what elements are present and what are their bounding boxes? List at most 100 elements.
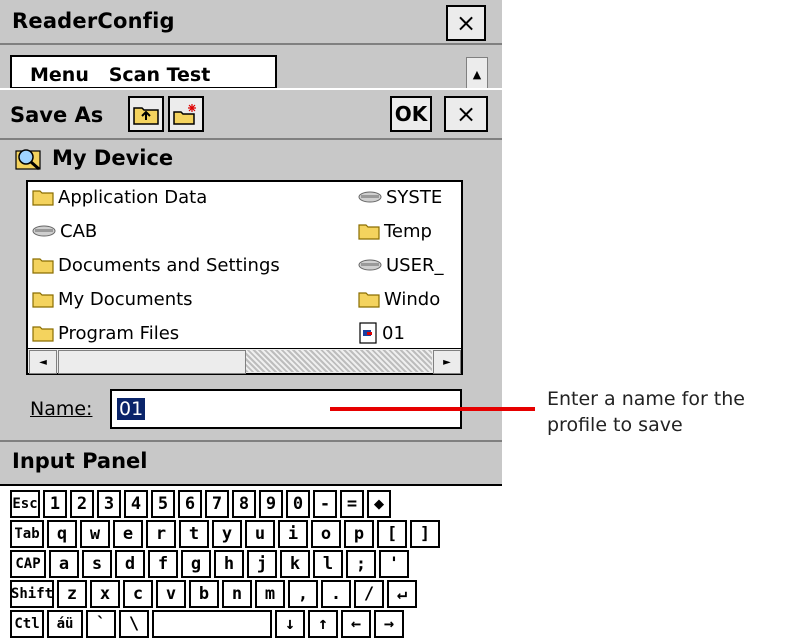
file-item[interactable]: CAB [32, 216, 97, 246]
key[interactable]: y [212, 520, 242, 548]
key[interactable]: j [247, 550, 277, 578]
key[interactable]: Tab [10, 520, 44, 548]
key[interactable] [152, 610, 272, 638]
key[interactable]: [ [377, 520, 407, 548]
keyboard-row: Ctl áü ` \ ↓ ↑ ← → [10, 610, 407, 638]
key[interactable]: 4 [124, 490, 148, 518]
folder-icon [32, 256, 58, 274]
key[interactable]: ↵ [387, 580, 417, 608]
file-item[interactable]: Windo [358, 284, 440, 314]
key[interactable]: 9 [259, 490, 283, 518]
key[interactable]: 6 [178, 490, 202, 518]
key[interactable]: u [245, 520, 275, 548]
file-name: 01 [382, 322, 405, 344]
key[interactable]: . [321, 580, 351, 608]
file-name: USER_ [386, 254, 444, 276]
key[interactable]: a [49, 550, 79, 578]
file-name: Application Data [58, 186, 208, 208]
file-name: Temp [384, 220, 432, 242]
key[interactable]: d [115, 550, 145, 578]
key[interactable]: x [90, 580, 120, 608]
scroll-right-button[interactable]: ► [433, 350, 461, 374]
horizontal-scrollbar[interactable]: ◄ ► [28, 348, 461, 374]
key[interactable]: i [278, 520, 308, 548]
input-panel-label: Input Panel [12, 449, 148, 473]
drive-icon [358, 258, 386, 272]
keyboard-row: Esc 1 2 3 4 5 6 7 8 9 0- = ◆ [10, 490, 394, 518]
key[interactable]: 5 [151, 490, 175, 518]
key[interactable]: ' [379, 550, 409, 578]
key[interactable]: ← [341, 610, 371, 638]
file-name: My Documents [58, 288, 193, 310]
key[interactable]: t [179, 520, 209, 548]
key[interactable]: w [80, 520, 110, 548]
file-item[interactable]: My Documents [32, 284, 193, 314]
callout-text: Enter a name for the profile to save [547, 388, 745, 436]
file-item[interactable]: USER_ [358, 250, 443, 280]
key[interactable]: h [214, 550, 244, 578]
key[interactable]: s [82, 550, 112, 578]
key[interactable]: CAP [10, 550, 46, 578]
key[interactable]: v [156, 580, 186, 608]
key[interactable]: z [57, 580, 87, 608]
key[interactable]: ; [346, 550, 376, 578]
scroll-thumb[interactable] [58, 350, 246, 374]
file-item[interactable]: 01 [358, 318, 405, 348]
soft-keyboard: Esc 1 2 3 4 5 6 7 8 9 0- = ◆ Tab q w e r t y u i o p[] CAP a s d f g h… [0, 484, 502, 639]
file-item[interactable]: Documents and Settings [32, 250, 280, 280]
key[interactable]: k [280, 550, 310, 578]
drive-icon [358, 190, 386, 204]
file-name: CAB [60, 220, 98, 242]
name-label-text: Name: [30, 398, 93, 420]
key[interactable]: ` [86, 610, 116, 638]
key[interactable]: ↑ [308, 610, 338, 638]
file-icon [358, 322, 382, 344]
key[interactable]: 3 [97, 490, 121, 518]
folder-icon [358, 222, 384, 240]
file-item[interactable]: Program Files [32, 318, 179, 348]
file-item[interactable]: Temp [358, 216, 432, 246]
key[interactable]: \ [119, 610, 149, 638]
key[interactable]: g [181, 550, 211, 578]
key[interactable]: q [47, 520, 77, 548]
key[interactable]: = [340, 490, 364, 518]
key[interactable]: p [344, 520, 374, 548]
key[interactable]: 2 [70, 490, 94, 518]
key[interactable]: ◆ [367, 490, 391, 518]
key[interactable]: - [313, 490, 337, 518]
key[interactable]: Shift [10, 580, 54, 608]
scroll-left-button[interactable]: ◄ [29, 350, 57, 374]
key[interactable]: ] [410, 520, 440, 548]
key[interactable]: , [288, 580, 318, 608]
scroll-up-button[interactable]: ▲ [466, 57, 488, 91]
key[interactable]: l [313, 550, 343, 578]
folder-icon [358, 290, 384, 308]
key[interactable]: ↓ [275, 610, 305, 638]
key[interactable]: Esc [10, 490, 40, 518]
file-item[interactable]: SYSTE [358, 182, 442, 212]
key[interactable]: / [354, 580, 384, 608]
key[interactable]: e [113, 520, 143, 548]
key[interactable]: m [255, 580, 285, 608]
key[interactable]: 8 [232, 490, 256, 518]
file-name: Documents and Settings [58, 254, 280, 276]
file-name: SYSTE [386, 186, 443, 208]
key[interactable]: c [123, 580, 153, 608]
key[interactable]: → [374, 610, 404, 638]
key[interactable]: 7 [205, 490, 229, 518]
device-screen: ReaderConfig × Menu Scan Test ▲ Save As … [0, 0, 502, 639]
scroll-track[interactable] [246, 350, 432, 372]
name-input-value: 01 [117, 398, 146, 420]
file-name: Program Files [58, 322, 180, 344]
key[interactable]: áü [47, 610, 83, 638]
key[interactable]: o [311, 520, 341, 548]
key[interactable]: Ctl [10, 610, 44, 638]
key[interactable]: b [189, 580, 219, 608]
file-name: Windo [384, 288, 441, 310]
key[interactable]: n [222, 580, 252, 608]
key[interactable]: r [146, 520, 176, 548]
key[interactable]: 1 [43, 490, 67, 518]
file-item[interactable]: Application Data [32, 182, 207, 212]
key[interactable]: 0 [286, 490, 310, 518]
key[interactable]: f [148, 550, 178, 578]
